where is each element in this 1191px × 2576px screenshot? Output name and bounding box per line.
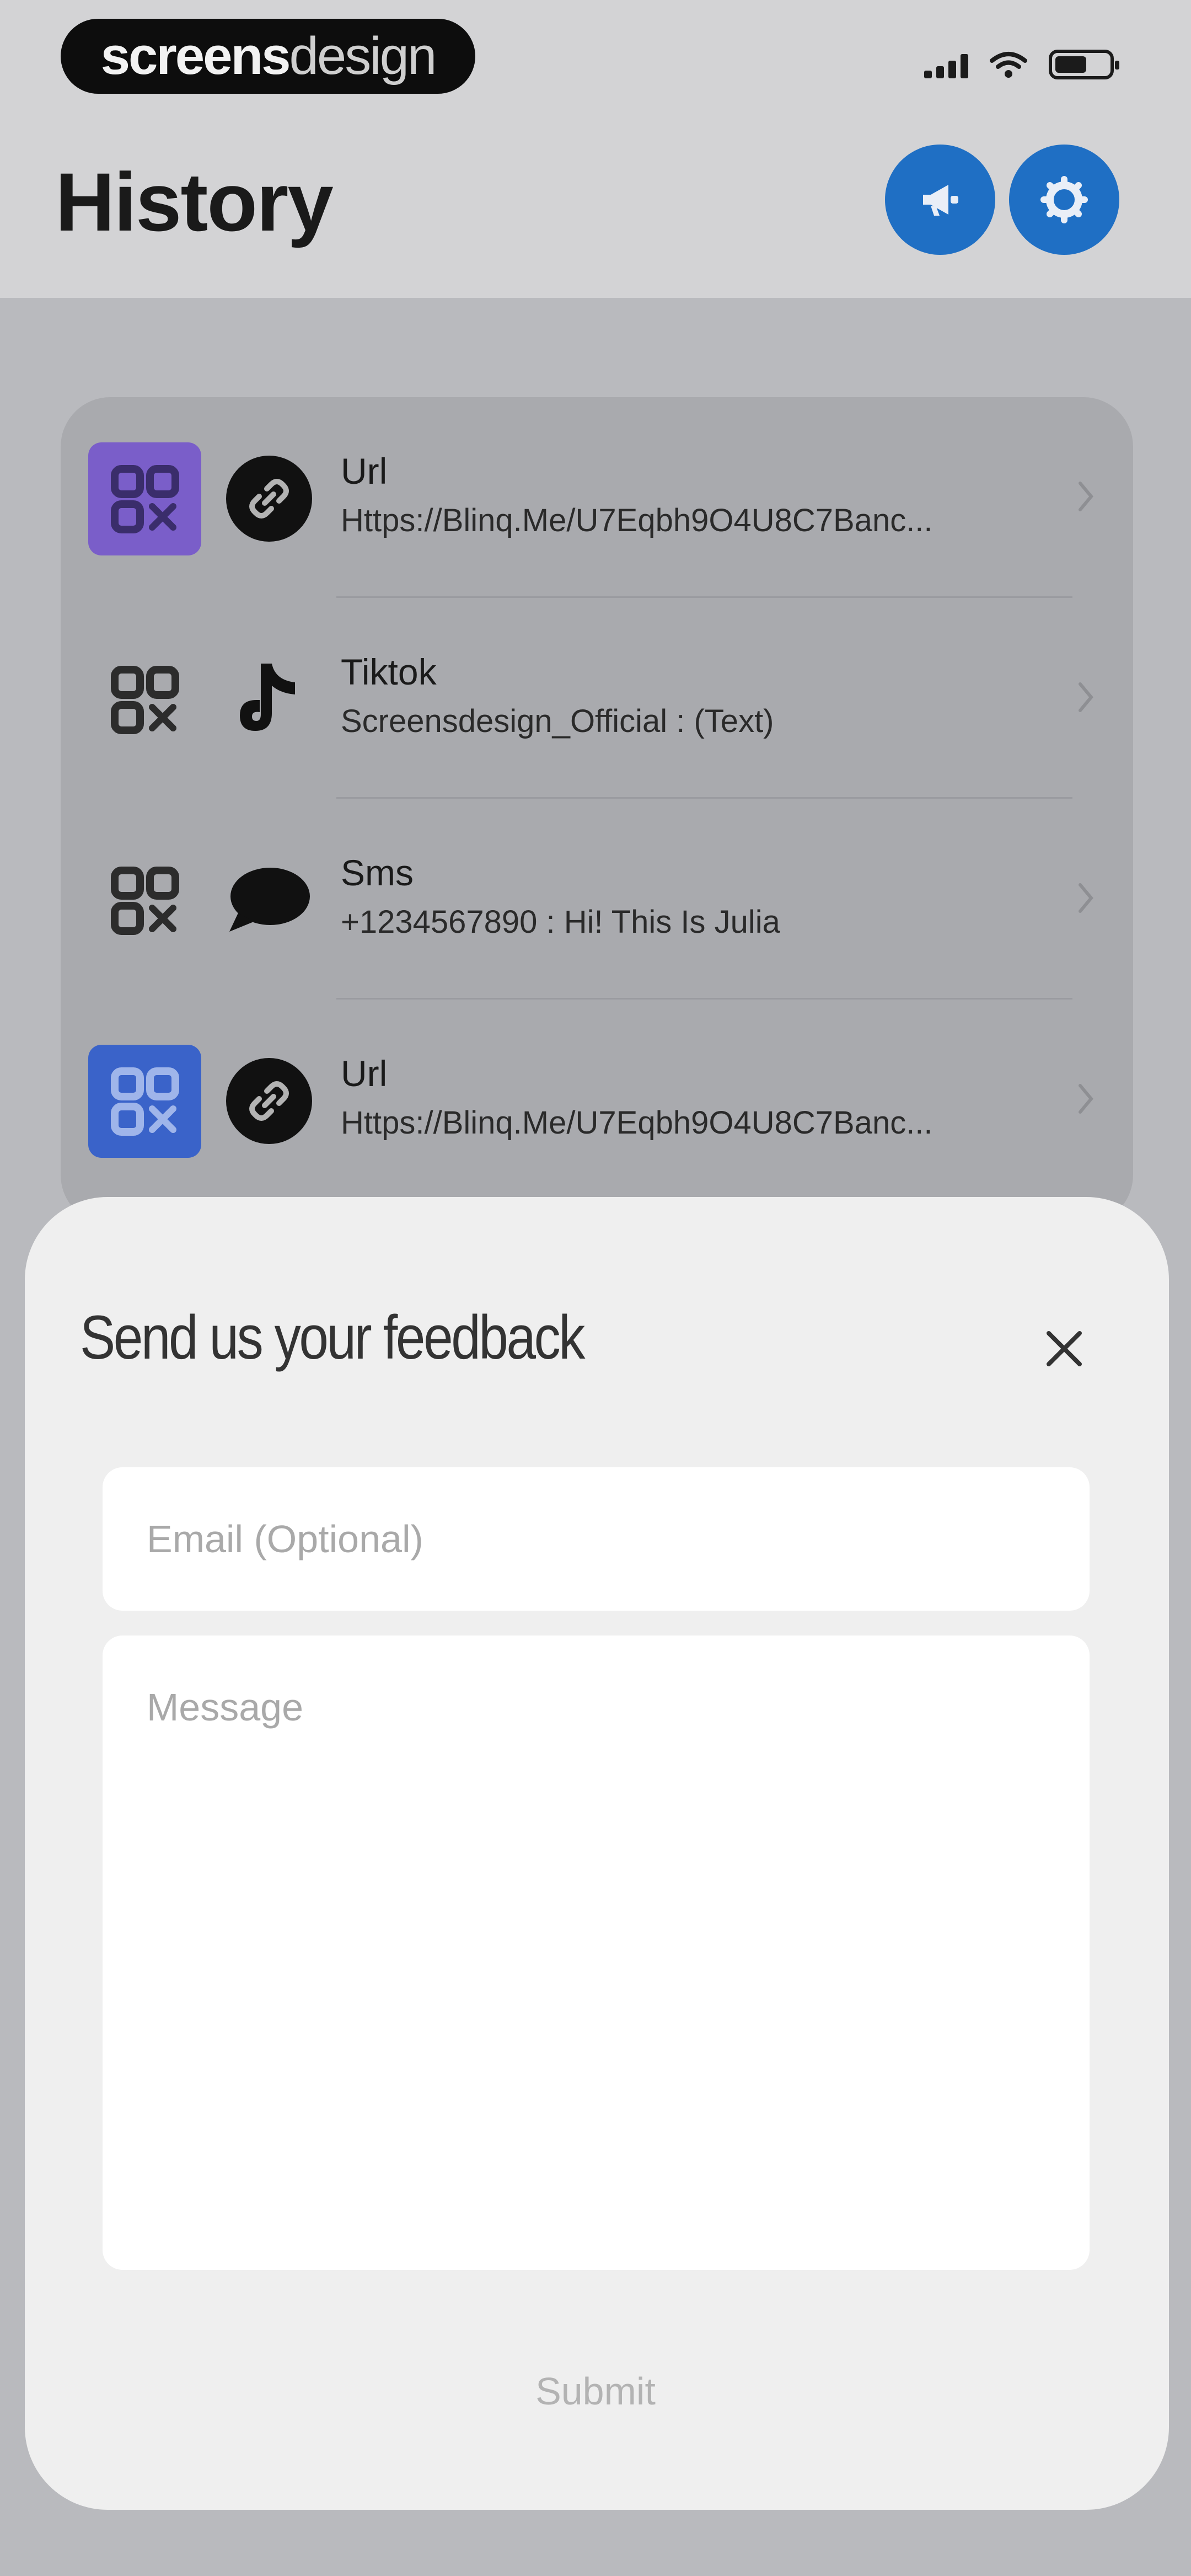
- qr-code-icon: [110, 464, 179, 533]
- item-title: Sms: [341, 852, 414, 893]
- close-button[interactable]: [1037, 1321, 1092, 1376]
- qr-code-icon: [110, 665, 179, 734]
- item-subtitle: Screensdesign_Official : (Text): [341, 703, 774, 739]
- item-subtitle: +1234567890 : Hi! This Is Julia: [341, 904, 780, 940]
- chevron-right-icon: [1079, 1084, 1093, 1114]
- message-field[interactable]: [103, 1636, 1090, 2270]
- item-title: Url: [341, 451, 388, 491]
- wifi-icon: [990, 52, 1027, 78]
- email-field[interactable]: [103, 1467, 1090, 1611]
- chat-bubble-icon: [226, 857, 312, 943]
- qr-code-icon: [110, 866, 179, 935]
- announce-button[interactable]: [885, 145, 995, 255]
- settings-button[interactable]: [1009, 145, 1119, 255]
- chevron-right-icon: [1079, 682, 1093, 712]
- tiktok-icon: [226, 656, 312, 742]
- item-title: Tiktok: [341, 651, 437, 692]
- app-screen: screensdesign History Url Https://Blinq.…: [0, 0, 1191, 2576]
- battery-icon: [1049, 50, 1119, 79]
- item-title: Url: [341, 1053, 388, 1094]
- link-icon: [226, 456, 312, 542]
- megaphone-icon: [923, 185, 958, 216]
- feedback-title: Send us your feedback: [80, 1303, 585, 1372]
- header-area: screensdesign History: [0, 0, 1191, 298]
- history-item[interactable]: Sms +1234567890 : Hi! This Is Julia: [61, 799, 1133, 1000]
- history-item[interactable]: Url Https://Blinq.Me/U7Eqbh9O4U8C7Banc..…: [61, 1000, 1133, 1200]
- item-subtitle: Https://Blinq.Me/U7Eqbh9O4U8C7Banc...: [341, 503, 933, 538]
- gear-icon: [1040, 176, 1088, 223]
- chevron-right-icon: [1079, 883, 1093, 913]
- logo-text-light: design: [289, 26, 437, 85]
- page-title: History: [55, 156, 334, 248]
- signal-icon: [924, 51, 968, 78]
- qr-code-thumbnail: [88, 442, 201, 555]
- qr-code-thumbnail: [88, 1045, 201, 1158]
- brand-logo: screensdesign: [61, 19, 475, 94]
- qr-code-thumbnail: [88, 643, 201, 756]
- qr-code-icon: [110, 1067, 179, 1136]
- status-bar-icons: [924, 50, 1119, 79]
- history-list: Url Https://Blinq.Me/U7Eqbh9O4U8C7Banc..…: [61, 397, 1133, 1225]
- link-icon: [226, 1058, 312, 1144]
- close-icon: [1047, 1331, 1082, 1366]
- qr-code-thumbnail: [88, 844, 201, 957]
- item-subtitle: Https://Blinq.Me/U7Eqbh9O4U8C7Banc...: [341, 1105, 933, 1141]
- history-item[interactable]: Url Https://Blinq.Me/U7Eqbh9O4U8C7Banc..…: [61, 397, 1133, 598]
- history-item[interactable]: Tiktok Screensdesign_Official : (Text): [61, 598, 1133, 799]
- logo-text-bold: screens: [100, 26, 291, 85]
- chevron-right-icon: [1079, 482, 1093, 511]
- submit-button[interactable]: Submit: [458, 2355, 733, 2427]
